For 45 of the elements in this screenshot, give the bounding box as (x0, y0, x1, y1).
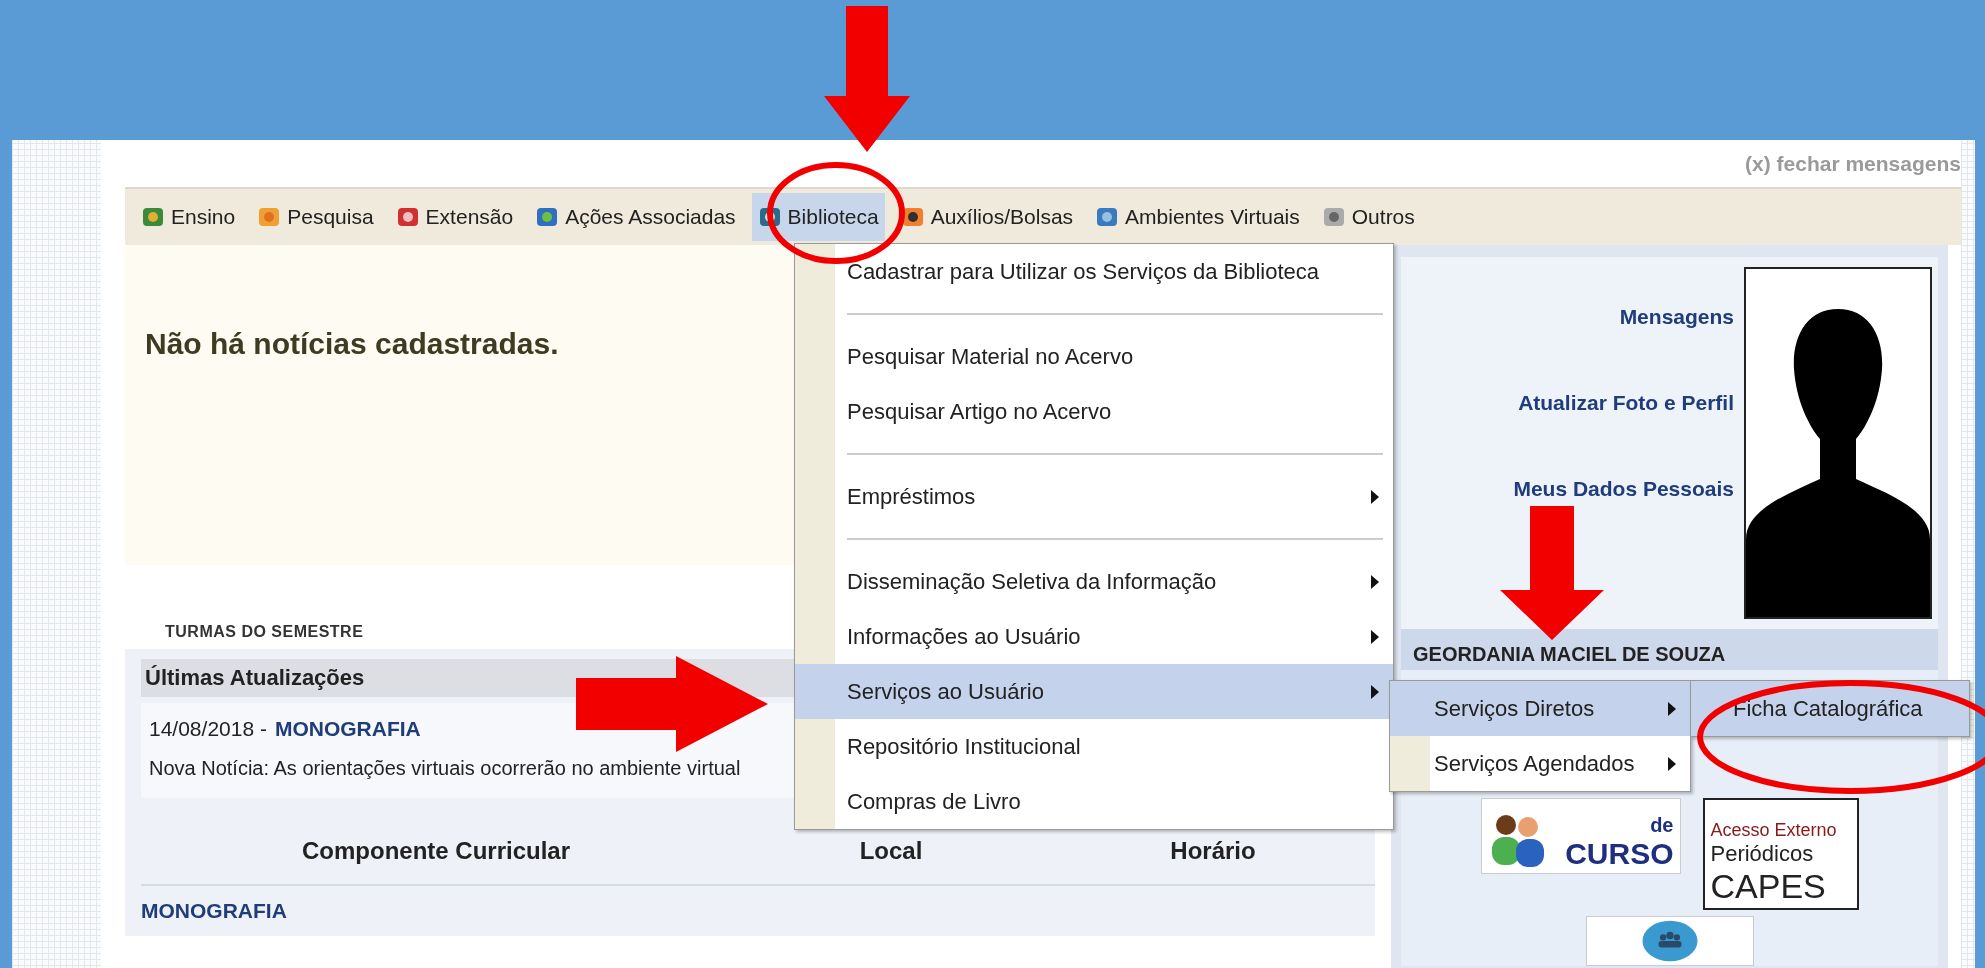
logo-text: CURSO (1565, 837, 1674, 871)
profile-link[interactable]: Atualizar Foto e Perfil (1518, 391, 1734, 415)
menu-icon (1095, 205, 1120, 229)
menu-bar-item[interactable]: Ambientes Virtuais (1089, 193, 1306, 241)
update-date: 14/08/2018 - (149, 717, 267, 741)
course-link[interactable]: MONOGRAFIA (141, 899, 287, 922)
logo-text: Periódicos (1710, 841, 1814, 867)
menu-icon (535, 205, 560, 229)
logo-text: Acesso Externo (1710, 820, 1837, 841)
menu-bar-item[interactable]: Outros (1315, 193, 1421, 241)
menu-item[interactable]: Serviços ao Usuário (795, 664, 1393, 719)
column-header: Componente Curricular (301, 837, 571, 865)
course-logo[interactable]: de CURSO (1480, 798, 1681, 874)
user-name: GEORDANIA MACIEL DE SOUZA (1413, 643, 1726, 665)
update-text: Nova Notícia: As orientações virtuais ocorrerão no ambiente virtual (149, 757, 742, 780)
logo-text: de (1650, 814, 1674, 837)
menu-icon (257, 205, 282, 229)
menu-item[interactable]: Pesquisar Material no Acervo (795, 329, 1393, 384)
menu-icon (395, 205, 420, 229)
menu-bar-item[interactable]: Pesquisa (251, 193, 380, 241)
column-header: Horário (1169, 837, 1257, 865)
menu-item[interactable]: Empréstimos (795, 469, 1393, 524)
menu-item[interactable]: Serviços Diretos (1390, 681, 1690, 736)
menu-bar-item[interactable]: Auxílios/Bolsas (894, 193, 1080, 241)
chat-logo[interactable] (1585, 916, 1754, 966)
menu-item[interactable]: Cadastrar para Utilizar os Serviços da Biblioteca (795, 244, 1393, 299)
menu-bar-item[interactable]: Extensão (389, 193, 520, 241)
menu-item[interactable]: Compras de Livro (795, 774, 1393, 829)
capes-logo[interactable]: Acesso Externo Periódicos CAPES (1702, 798, 1859, 910)
menu-item[interactable]: Serviços Agendados (1390, 736, 1690, 791)
profile-link[interactable]: Mensagens (1619, 305, 1734, 329)
menu-item[interactable]: Repositório Institucional (795, 719, 1393, 774)
logo-text: CAPES (1710, 867, 1826, 906)
profile-link[interactable]: Meus Dados Pessoais (1513, 477, 1734, 501)
menu-bar-item[interactable]: Ensino (135, 193, 242, 241)
section-title: TURMAS DO SEMESTRE (165, 623, 364, 641)
menu-bar-item[interactable]: Ações Associadas (529, 193, 742, 241)
menu-icon (1321, 205, 1346, 229)
menu-item[interactable]: Disseminação Seletiva da Informação (795, 554, 1393, 609)
menu-item[interactable]: Pesquisar Artigo no Acervo (795, 384, 1393, 439)
course-link[interactable]: MONOGRAFIA (274, 717, 421, 741)
no-news-message: Não há notícias cadastradas. (145, 327, 559, 361)
menu-bar-item[interactable]: Biblioteca (751, 193, 885, 241)
menu-icon (141, 205, 165, 229)
column-header: Local (858, 837, 924, 865)
